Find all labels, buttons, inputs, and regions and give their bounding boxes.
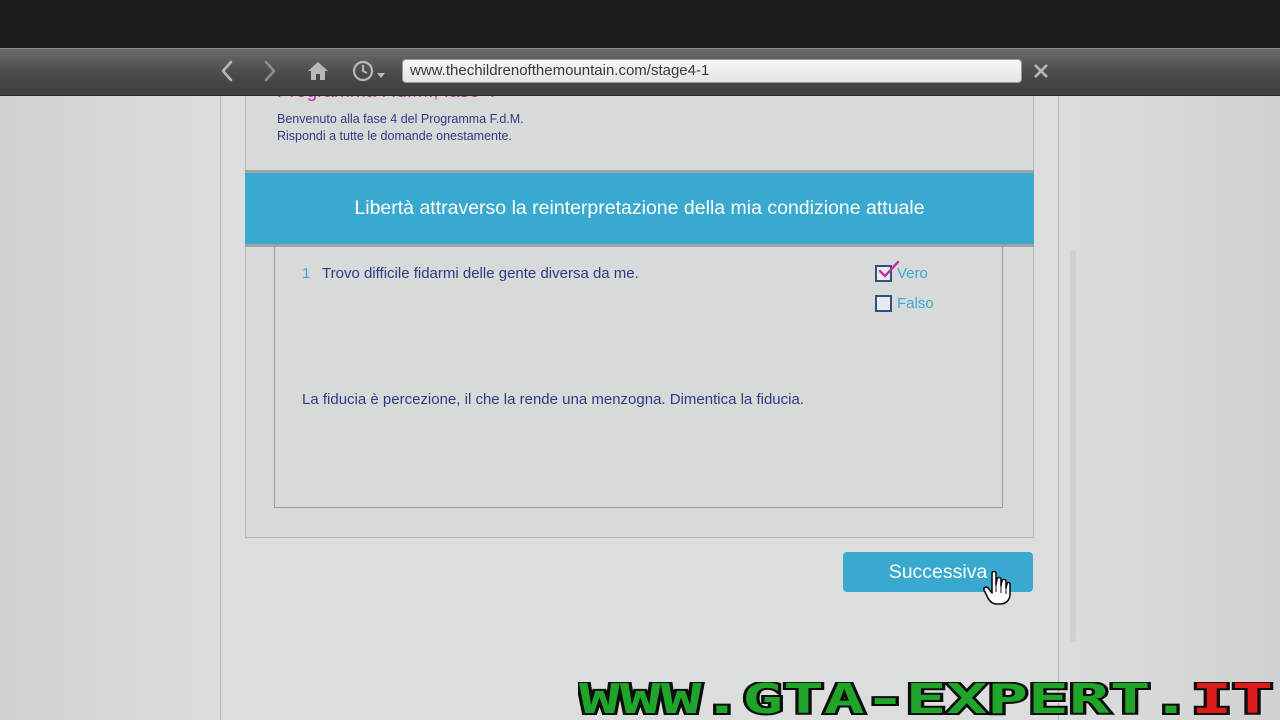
section-banner: Libertà attraverso la reinterpretazione … [245,170,1034,247]
forward-arrow-icon [264,60,276,82]
page-background-right [1059,94,1280,720]
answer-text: La fiducia è percezione, il che la rende… [302,391,804,408]
history-clock-icon [352,60,385,82]
question-box [274,247,1003,508]
next-button-label: Successiva [888,560,988,583]
hand-cursor-icon [983,570,1011,605]
option-falso[interactable]: Falso [875,295,934,312]
home-button[interactable] [304,57,332,85]
option-falso-label: Falso [897,295,934,312]
checkbox-falso[interactable] [875,295,892,312]
option-vero-label: Vero [897,265,928,282]
url-text: www.thechildrenofthemountain.com/stage4-… [410,62,710,79]
watermark-logo: WWW.GTA-EXPERT. IT [578,682,1275,720]
intro-text: Benvenuto alla fase 4 del Programma F.d.… [277,111,524,144]
checkmark-icon [878,260,900,278]
scrollbar[interactable] [1070,250,1076,642]
watermark-text: WWW.GTA-EXPERT. IT [579,682,1273,720]
forward-button[interactable] [256,57,284,85]
close-tab-button[interactable] [1030,58,1052,84]
close-icon [1034,64,1048,78]
browser-toolbar: www.thechildrenofthemountain.com/stage4-… [0,48,1280,96]
option-vero[interactable]: Vero [875,260,928,282]
section-banner-title: Libertà attraverso la reinterpretazione … [354,197,925,219]
checkbox-vero[interactable] [875,260,900,282]
question-number: 1 [302,265,311,282]
intro-line-2: Rispondi a tutte le domande onestamente. [277,128,512,143]
top-dark-strip [0,0,1280,48]
back-arrow-icon [221,60,233,82]
home-icon [308,62,328,80]
address-bar[interactable]: www.thechildrenofthemountain.com/stage4-… [402,59,1022,83]
history-button[interactable] [350,57,390,85]
back-button[interactable] [213,57,241,85]
question-text: Trovo difficile fidarmi delle gente dive… [322,265,639,282]
page-background-left [0,94,220,720]
intro-line-1: Benvenuto alla fase 4 del Programma F.d.… [277,112,524,126]
